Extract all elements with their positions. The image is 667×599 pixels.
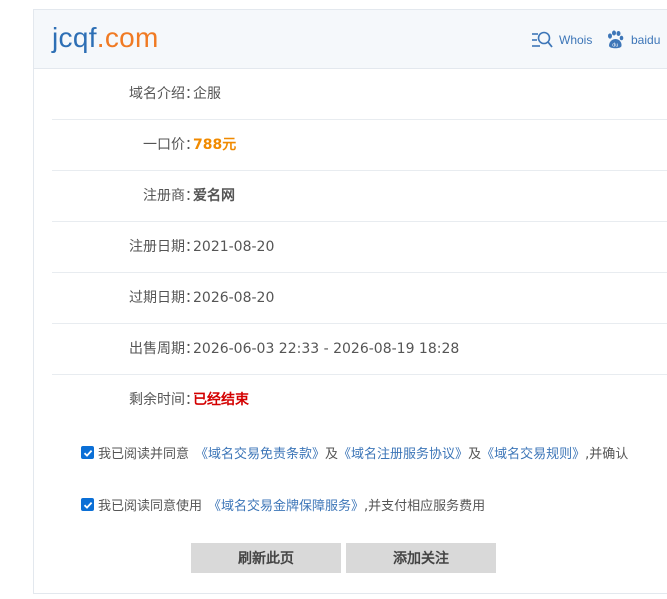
sale-period-value: 2026-06-03 22:33 - 2026-08-19 18:28 xyxy=(193,341,460,357)
baidu-paw-icon: du xyxy=(608,30,624,49)
sale-period-label: 出售周期： xyxy=(129,341,199,357)
remaining-time-value: 已经结束 xyxy=(193,392,249,408)
agreement-sep-2: 及 xyxy=(468,447,482,462)
intro-label: 域名介绍： xyxy=(129,86,199,102)
reg-date-label: 注册日期： xyxy=(129,239,199,255)
row-sale-period: 出售周期： 2026-06-03 22:33 - 2026-08-19 18:2… xyxy=(52,324,667,375)
gold-guarantee-link[interactable]: 《域名交易金牌保障服务》 xyxy=(208,495,364,514)
baidu-label: baidu xyxy=(631,33,661,47)
expiry-date-label: 过期日期： xyxy=(129,290,199,306)
trading-rules-link[interactable]: 《域名交易规则》 xyxy=(481,443,585,462)
domain-tld: .com xyxy=(96,22,159,53)
agreement-sep-1: 及 xyxy=(325,447,339,462)
row-reg-date: 注册日期： 2021-08-20 xyxy=(52,222,667,273)
row-registrar: 注册商： 爱名网 xyxy=(52,171,667,222)
checkmark-icon xyxy=(83,449,92,457)
info-rows: 域名介绍： 企服 一口价： 788元 注册商： 爱名网 注册日期： 2021-0… xyxy=(52,69,667,426)
price-label: 一口价： xyxy=(143,137,199,153)
agreement-terms-suffix: ,并确认 xyxy=(585,447,629,462)
agreement-terms: 我已阅读并同意 《域名交易免责条款》 及 《域名注册服务协议》 及 《域名交易规… xyxy=(81,443,628,462)
domain-name: jcqf xyxy=(52,22,97,53)
disclaimer-link[interactable]: 《域名交易免责条款》 xyxy=(195,443,325,462)
whois-search-icon xyxy=(532,31,553,48)
agreement-guarantee-prefix: 我已阅读同意使用 xyxy=(98,499,203,514)
row-price: 一口价： 788元 xyxy=(52,120,667,171)
agreement-guarantee-suffix: ,并支付相应服务费用 xyxy=(364,499,486,514)
follow-button[interactable]: 添加关注 xyxy=(346,543,496,573)
checkmark-icon xyxy=(83,501,92,509)
expiry-date-value: 2026-08-20 xyxy=(193,290,275,306)
baidu-link[interactable]: du baidu xyxy=(605,29,660,51)
agreement-guarantee-checkbox[interactable] xyxy=(81,498,94,511)
panel-header: jcqf.com Whois du baidu xyxy=(34,10,667,69)
whois-label: Whois xyxy=(559,33,593,47)
agreement-terms-prefix: 我已阅读并同意 xyxy=(98,447,190,462)
agreement-terms-checkbox[interactable] xyxy=(81,446,94,459)
row-expiry-date: 过期日期： 2026-08-20 xyxy=(52,273,667,324)
domain-logo: jcqf.com xyxy=(52,20,159,56)
registrar-label: 注册商： xyxy=(143,188,199,204)
domain-detail-panel: jcqf.com Whois du baidu 域名介绍： 企服 一口价： 78… xyxy=(33,9,667,594)
price-value: 788元 xyxy=(193,137,237,153)
registrar-value: 爱名网 xyxy=(193,188,235,204)
row-intro: 域名介绍： 企服 xyxy=(52,69,667,120)
refresh-button[interactable]: 刷新此页 xyxy=(191,543,341,573)
row-remaining-time: 剩余时间： 已经结束 xyxy=(52,375,667,426)
registration-agreement-link[interactable]: 《域名注册服务协议》 xyxy=(338,443,468,462)
agreement-guarantee: 我已阅读同意使用 《域名交易金牌保障服务》 ,并支付相应服务费用 xyxy=(81,495,485,514)
whois-link[interactable]: Whois xyxy=(531,29,592,51)
reg-date-value: 2021-08-20 xyxy=(193,239,275,255)
remaining-time-label: 剩余时间： xyxy=(129,392,199,408)
svg-text:du: du xyxy=(612,43,618,49)
intro-value: 企服 xyxy=(193,86,221,102)
